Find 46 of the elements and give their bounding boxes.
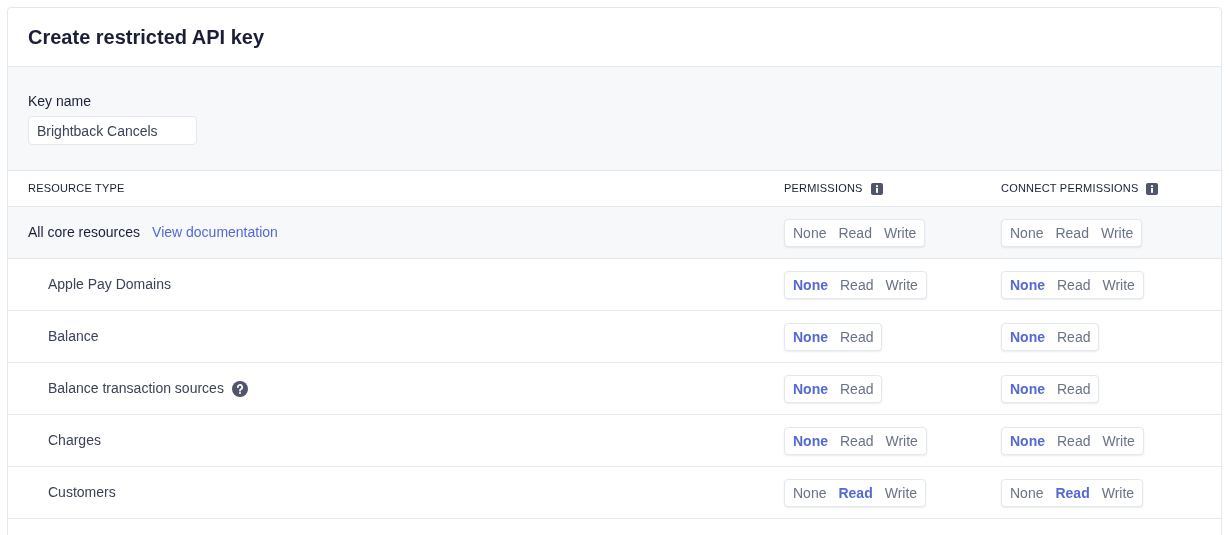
permission-option[interactable]: None (1005, 378, 1050, 399)
permission-option[interactable]: Read (1052, 430, 1096, 451)
permission-option[interactable]: Write (878, 222, 922, 243)
documentation-link[interactable]: View documentation (152, 222, 278, 243)
resource-label: Balance transaction sources (48, 379, 224, 398)
resource-label: Charges (48, 431, 101, 450)
resource-label: Balance (48, 327, 99, 346)
permission-option[interactable]: None (788, 378, 833, 399)
permission-option[interactable]: Read (1050, 222, 1094, 243)
permission-option[interactable]: Write (880, 430, 923, 451)
permission-option[interactable]: Write (1096, 482, 1140, 503)
resource-label: Apple Pay Domains (48, 275, 171, 294)
permission-option[interactable]: None (1005, 222, 1049, 243)
permission-option[interactable]: Read (1052, 378, 1096, 399)
permission-option[interactable]: Read (835, 326, 879, 347)
permission-option[interactable]: Read (833, 482, 878, 503)
resource-label: Customers (48, 483, 116, 502)
permission-option[interactable]: Read (835, 274, 879, 295)
help-icon[interactable] (231, 380, 248, 397)
resource-group-label: All core resources (28, 223, 141, 242)
permission-option[interactable]: Read (835, 430, 879, 451)
permission-option[interactable]: None (788, 430, 833, 451)
permission-option[interactable]: Write (1097, 274, 1140, 295)
permission-option[interactable]: None (788, 222, 832, 243)
permission-option[interactable]: Read (1052, 326, 1096, 347)
column-header: CONNECT PERMISSIONS (1001, 181, 1139, 197)
permission-option[interactable]: None (1005, 482, 1049, 503)
permission-option[interactable]: Write (1097, 430, 1140, 451)
key-name-input[interactable]: Brightback Cancels (28, 116, 197, 145)
column-header: RESOURCE TYPE (28, 181, 125, 197)
permission-option[interactable]: Read (835, 378, 879, 399)
permission-option[interactable]: Read (1052, 274, 1096, 295)
permission-option[interactable]: Read (1050, 482, 1095, 503)
permission-option[interactable]: Write (880, 274, 923, 295)
permission-option[interactable]: None (1005, 274, 1050, 295)
dialog-title: Create restricted API key (28, 25, 265, 50)
permission-option[interactable]: Read (833, 222, 877, 243)
field-label: Key name (28, 93, 93, 109)
permission-option[interactable]: None (1005, 430, 1050, 451)
permission-option[interactable]: None (788, 274, 833, 295)
permission-option[interactable]: None (1005, 326, 1050, 347)
permission-option[interactable]: Write (879, 482, 923, 503)
column-header: PERMISSIONS (784, 181, 863, 197)
permission-option[interactable]: None (788, 326, 833, 347)
permission-option[interactable]: None (788, 482, 832, 503)
permission-option[interactable]: Write (1095, 222, 1139, 243)
